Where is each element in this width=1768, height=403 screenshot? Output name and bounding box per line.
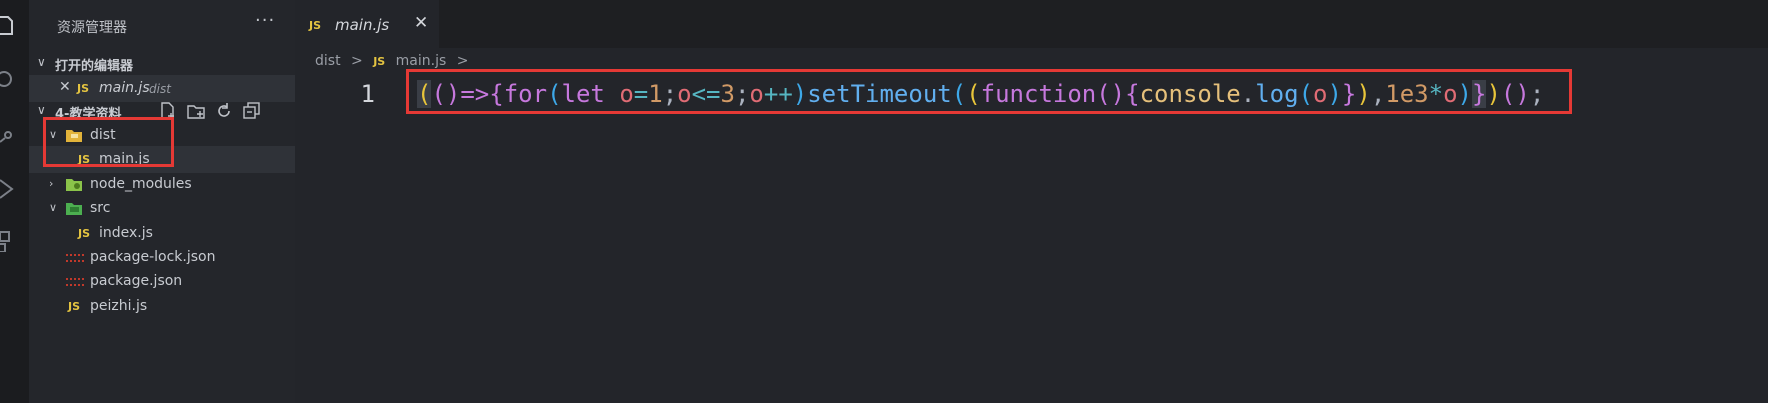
refresh-icon[interactable] [215,102,233,120]
annotation-highlight-box [406,69,1572,114]
src-folder-icon [66,203,82,215]
tree-item-label: peizhi.js [90,298,148,314]
open-editors-label: 打开的编辑器 [55,59,134,74]
breadcrumb-item[interactable]: main.js [396,53,447,69]
new-folder-icon[interactable] [187,102,205,120]
tree-item-label: index.js [99,225,153,241]
js-file-icon: JS [309,19,322,32]
tree-item-label: node_modules [90,176,192,192]
open-editor-folder: dist [149,82,171,96]
tree-folder-node-modules[interactable]: › node_modules [29,171,295,198]
js-file-icon: JS [68,300,81,313]
line-number-gutter: 1 [295,80,385,120]
collapse-all-icon[interactable] [243,102,261,120]
explorer-title: 资源管理器 [57,20,127,36]
source-control-icon[interactable] [0,124,20,146]
js-file-icon: JS [77,82,90,95]
project-actions [159,102,261,120]
tree-file-peizhi-js[interactable]: JS peizhi.js [29,293,295,320]
js-file-icon: JS [373,55,386,68]
tab-bar: JS main.js ✕ [295,0,1768,48]
tree-item-label: src [90,200,111,216]
npm-json-icon [66,278,84,286]
open-editor-filename: main.js [99,80,150,96]
tree-file-index-js[interactable]: JS index.js [29,220,295,247]
close-icon[interactable]: ✕ [59,79,71,95]
editor-area: JS main.js ✕ dist > JS main.js > 1 (()=>… [295,0,1768,403]
more-actions-button[interactable]: ··· [255,10,275,31]
breadcrumb-item[interactable]: dist [315,53,341,69]
tree-item-label: package.json [90,273,183,289]
open-editors-section-header[interactable]: ∨ 打开的编辑器 [29,50,295,76]
search-icon[interactable] [0,68,20,90]
tree-item-label: package-lock.json [90,249,216,265]
run-debug-icon[interactable] [0,178,20,200]
node-modules-folder-icon [66,179,82,191]
chevron-down-icon: ∨ [37,103,46,117]
tree-file-package-lock-json[interactable]: package-lock.json [29,244,295,271]
js-file-icon: JS [78,227,91,240]
explorer-header: 资源管理器 ··· [29,0,295,48]
tree-file-package-json[interactable]: package.json [29,268,295,295]
breadcrumb-separator: > [456,53,469,69]
tab-label: main.js [335,16,390,34]
explorer-icon[interactable] [0,14,20,36]
chevron-right-icon: › [49,177,54,190]
chevron-down-icon: ∨ [37,55,46,69]
explorer-sidebar: 资源管理器 ··· ∨ 打开的编辑器 ✕ JS main.js dist ∨ 4… [29,0,295,403]
chevron-down-icon: ∨ [49,201,58,214]
tab-main-js[interactable]: JS main.js ✕ [295,0,439,48]
extensions-icon[interactable] [0,230,20,252]
activity-bar [0,0,29,403]
breadcrumb-separator: > [351,53,363,69]
npm-json-icon [66,254,84,262]
close-icon[interactable]: ✕ [414,13,428,33]
line-number: 1 [360,80,375,108]
tree-folder-src[interactable]: ∨ src [29,195,295,222]
annotation-highlight-box [43,117,174,167]
breadcrumb: dist > JS main.js > [315,53,468,69]
